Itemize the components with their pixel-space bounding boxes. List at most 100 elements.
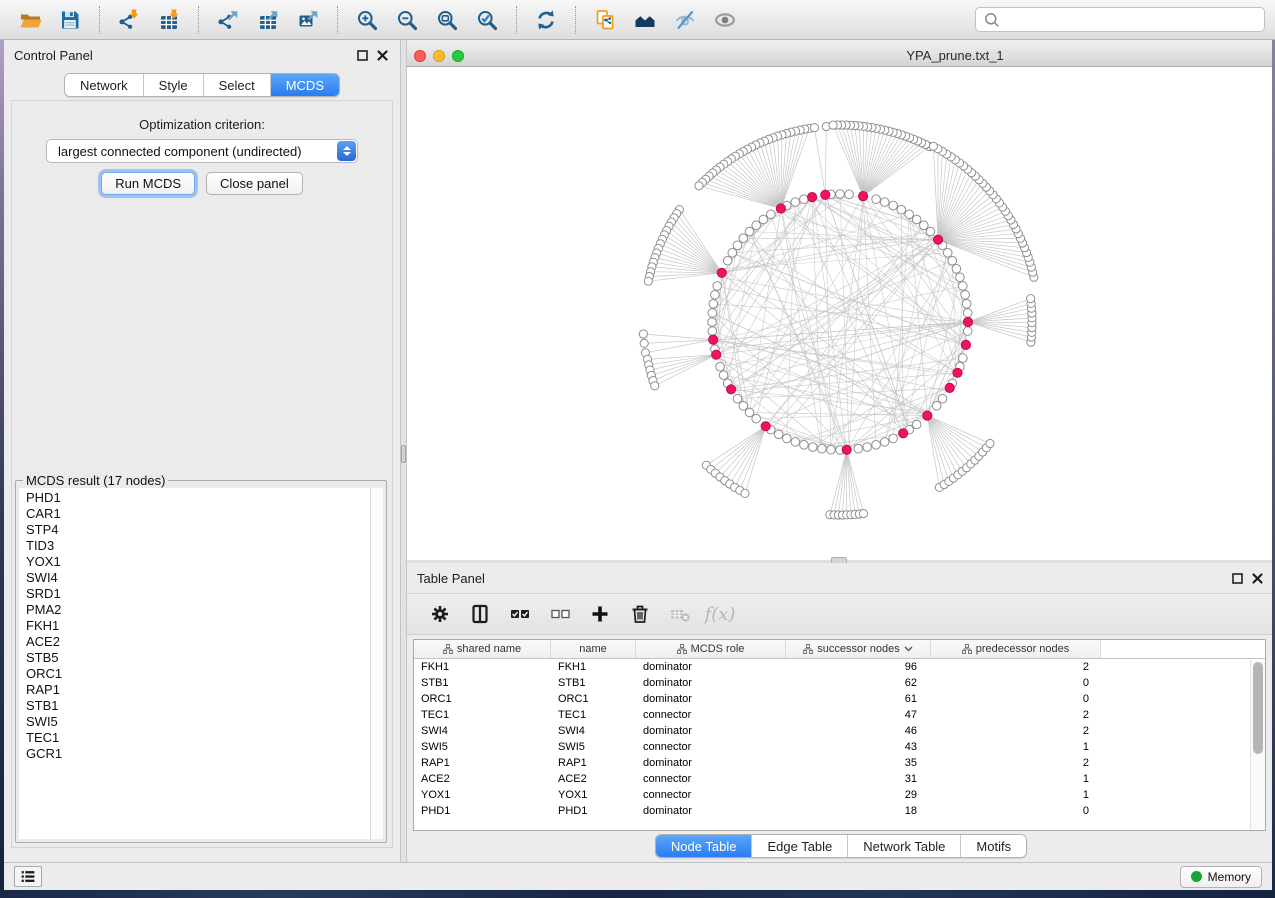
mcds-node bbox=[808, 193, 817, 202]
table-row[interactable]: RAP1RAP1dominator352 bbox=[414, 755, 1265, 771]
save-session-button[interactable] bbox=[53, 5, 87, 35]
float-panel-button[interactable] bbox=[357, 50, 368, 61]
tab-edge-table[interactable]: Edge Table bbox=[752, 835, 848, 857]
close-table-panel-button[interactable] bbox=[1252, 573, 1263, 584]
window-close-button[interactable] bbox=[414, 50, 426, 62]
show-columns-button[interactable] bbox=[467, 601, 493, 627]
mcds-result-item[interactable]: SRD1 bbox=[26, 586, 370, 602]
deselect-all-rows-button[interactable] bbox=[547, 601, 573, 627]
table-scrollbar[interactable] bbox=[1250, 660, 1265, 830]
import-network-button[interactable] bbox=[112, 5, 146, 35]
mcds-result-item[interactable]: GCR1 bbox=[26, 746, 370, 762]
table-cell: dominator bbox=[636, 725, 786, 737]
memory-button[interactable]: Memory bbox=[1180, 866, 1262, 888]
select-all-rows-button[interactable] bbox=[507, 601, 533, 627]
export-network-button[interactable] bbox=[211, 5, 245, 35]
mcds-result-item[interactable]: YOX1 bbox=[26, 554, 370, 570]
table-cell: STB1 bbox=[551, 677, 636, 689]
mcds-tab-body: Optimization criterion: largest connecte… bbox=[11, 100, 393, 848]
column-header-shared-name[interactable]: shared name bbox=[414, 640, 551, 658]
export-image-button[interactable] bbox=[291, 5, 325, 35]
mcds-result-item[interactable]: SWI4 bbox=[26, 570, 370, 586]
clear-table-button bbox=[667, 601, 693, 627]
tab-network[interactable]: Network bbox=[65, 74, 144, 96]
window-minimize-button[interactable] bbox=[433, 50, 445, 62]
hide-selected-button[interactable] bbox=[668, 5, 702, 35]
mcds-result-item[interactable]: ORC1 bbox=[26, 666, 370, 682]
tab-mcds[interactable]: MCDS bbox=[271, 74, 339, 96]
mcds-result-item[interactable]: STP4 bbox=[26, 522, 370, 538]
table-row[interactable]: PHD1PHD1dominator180 bbox=[414, 803, 1265, 819]
zoom-selected-button[interactable] bbox=[470, 5, 504, 35]
export-table-button[interactable] bbox=[251, 5, 285, 35]
close-panel-x-button[interactable] bbox=[377, 50, 388, 61]
tab-motifs[interactable]: Motifs bbox=[961, 835, 1026, 857]
add-column-button[interactable] bbox=[587, 601, 613, 627]
table-row[interactable]: ORC1ORC1dominator610 bbox=[414, 691, 1265, 707]
table-cell: TEC1 bbox=[414, 709, 551, 721]
table-row[interactable]: FKH1FKH1dominator962 bbox=[414, 659, 1265, 675]
mcds-result-item[interactable]: STB5 bbox=[26, 650, 370, 666]
network-canvas[interactable] bbox=[407, 67, 1275, 560]
tab-style[interactable]: Style bbox=[144, 74, 204, 96]
window-zoom-button[interactable] bbox=[452, 50, 464, 62]
table-cell: STB1 bbox=[414, 677, 551, 689]
first-neighbors-button[interactable] bbox=[628, 5, 662, 35]
table-cell: connector bbox=[636, 709, 786, 721]
mcds-result-item[interactable]: ACE2 bbox=[26, 634, 370, 650]
open-file-button[interactable] bbox=[13, 5, 47, 35]
mcds-result-item[interactable]: CAR1 bbox=[26, 506, 370, 522]
show-all-button[interactable] bbox=[708, 5, 742, 35]
table-cell: SWI4 bbox=[551, 725, 636, 737]
criterion-dropdown[interactable]: largest connected component (undirected) bbox=[46, 139, 358, 163]
result-scrollbar[interactable] bbox=[370, 488, 383, 839]
tab-network-table[interactable]: Network Table bbox=[848, 835, 961, 857]
column-header-name[interactable]: name bbox=[551, 640, 636, 658]
toolbar-icon-group bbox=[10, 5, 745, 35]
mcds-result-item[interactable]: SWI5 bbox=[26, 714, 370, 730]
scrollbar-thumb[interactable] bbox=[1253, 662, 1263, 754]
save-session-icon bbox=[59, 9, 81, 31]
apply-preferred-layout-button[interactable] bbox=[529, 5, 563, 35]
search-input[interactable] bbox=[1005, 12, 1256, 27]
tab-select[interactable]: Select bbox=[204, 74, 271, 96]
delete-column-button[interactable] bbox=[627, 601, 653, 627]
column-header-successor-nodes[interactable]: successor nodes bbox=[786, 640, 931, 658]
zoom-out-button[interactable] bbox=[390, 5, 424, 35]
tab-node-table[interactable]: Node Table bbox=[656, 835, 753, 857]
table-row[interactable]: YOX1YOX1connector291 bbox=[414, 787, 1265, 803]
zoom-fit-button[interactable] bbox=[430, 5, 464, 35]
mcds-result-item[interactable]: RAP1 bbox=[26, 682, 370, 698]
mcds-node bbox=[859, 192, 868, 201]
table-row[interactable]: STB1STB1dominator620 bbox=[414, 675, 1265, 691]
column-header-mcds-role[interactable]: MCDS role bbox=[636, 640, 786, 658]
mcds-result-item[interactable]: TID3 bbox=[26, 538, 370, 554]
table-row[interactable]: ACE2ACE2connector311 bbox=[414, 771, 1265, 787]
table-row[interactable]: SWI5SWI5connector431 bbox=[414, 739, 1265, 755]
mcds-result-item[interactable]: PHD1 bbox=[26, 490, 370, 506]
mcds-node bbox=[934, 235, 943, 244]
show-columns-icon bbox=[469, 603, 491, 625]
table-panel: Table Panel f(x) shared namenameMCDS rol… bbox=[407, 563, 1275, 862]
mcds-result-item[interactable]: PMA2 bbox=[26, 602, 370, 618]
import-network-icon bbox=[118, 9, 140, 31]
float-table-panel-button[interactable] bbox=[1232, 573, 1243, 584]
import-table-button[interactable] bbox=[152, 5, 186, 35]
vertical-split-divider[interactable] bbox=[400, 40, 407, 862]
table-row[interactable]: TEC1TEC1connector472 bbox=[414, 707, 1265, 723]
network-from-selection-button[interactable] bbox=[588, 5, 622, 35]
panel-list-button[interactable] bbox=[14, 866, 42, 887]
table-settings-button[interactable] bbox=[427, 601, 453, 627]
main-toolbar bbox=[0, 0, 1275, 40]
mcds-result-item[interactable]: TEC1 bbox=[26, 730, 370, 746]
zoom-in-button[interactable] bbox=[350, 5, 384, 35]
mcds-result-item[interactable]: STB1 bbox=[26, 698, 370, 714]
divider-handle[interactable] bbox=[401, 445, 406, 463]
table-body: FKH1FKH1dominator962STB1STB1dominator620… bbox=[414, 659, 1265, 819]
table-row[interactable]: SWI4SWI4dominator462 bbox=[414, 723, 1265, 739]
function-builder-button: f(x) bbox=[707, 601, 733, 627]
run-mcds-button[interactable]: Run MCDS bbox=[101, 172, 195, 195]
close-panel-button[interactable]: Close panel bbox=[206, 172, 303, 195]
mcds-result-item[interactable]: FKH1 bbox=[26, 618, 370, 634]
column-header-predecessor-nodes[interactable]: predecessor nodes bbox=[931, 640, 1101, 658]
